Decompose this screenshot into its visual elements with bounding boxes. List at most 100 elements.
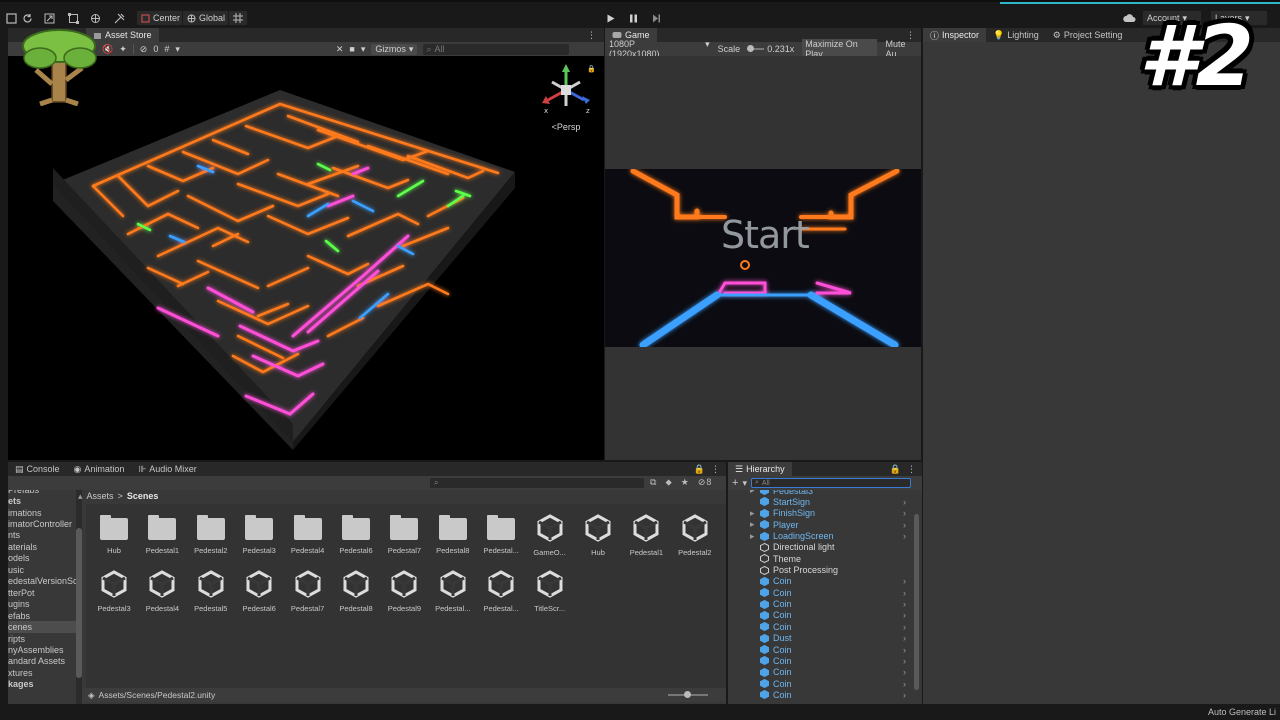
rotate-tool-icon[interactable] — [20, 11, 34, 25]
scene-asset[interactable]: Hub — [574, 514, 622, 557]
hierarchy-item[interactable]: StartSign › — [750, 496, 910, 507]
more-menu-icon[interactable]: ⋮ — [907, 464, 916, 475]
hierarchy-item[interactable]: ▸ Player › — [750, 519, 910, 530]
hidden-packages-toggle[interactable]: ⊘ 8 — [698, 477, 712, 488]
scene-more-menu-icon[interactable]: ⋮ — [587, 30, 596, 41]
orientation-gizmo[interactable]: x z <Persp — [536, 62, 596, 136]
chevron-right-icon[interactable]: › — [903, 531, 906, 541]
play-button[interactable] — [603, 11, 617, 25]
chevron-right-icon[interactable]: › — [903, 576, 906, 586]
custom-tool-icon[interactable] — [112, 11, 126, 25]
pivot-toggle[interactable]: Center — [136, 10, 186, 26]
scene-view[interactable]: x z <Persp 🔒 — [8, 56, 604, 460]
create-plus-icon[interactable]: + — [732, 477, 738, 489]
scene-asset[interactable]: Pedestal... — [477, 570, 525, 613]
hierarchy-scrollbar[interactable] — [914, 492, 920, 704]
project-search-input[interactable]: ⌕ — [430, 478, 644, 488]
folder-tree-item[interactable]: aterials — [8, 541, 37, 552]
filter-label-icon[interactable]: ⬥ — [665, 477, 671, 488]
scale-slider[interactable]: 0.231x — [747, 44, 794, 54]
expand-arrow-icon[interactable]: ▸ — [750, 519, 760, 530]
pause-button[interactable] — [626, 11, 640, 25]
tab-animation[interactable]: ◉ Animation — [67, 462, 132, 476]
chevron-right-icon[interactable]: › — [903, 667, 906, 677]
chevron-right-icon[interactable]: › — [903, 633, 906, 643]
scene-asset[interactable]: Pedestal6 — [235, 570, 283, 613]
step-button[interactable] — [649, 11, 663, 25]
hierarchy-item[interactable]: Post Processing — [750, 564, 910, 575]
lock-icon[interactable]: 🔒 — [587, 65, 596, 73]
breadcrumb-root[interactable]: Assets — [87, 491, 114, 501]
grid-snap-button[interactable] — [228, 10, 248, 26]
chevron-right-icon[interactable]: › — [903, 599, 906, 609]
scene-asset[interactable]: Pedestal3 — [90, 570, 138, 613]
gizmos-dropdown[interactable]: Gizmos ▾ — [371, 43, 418, 55]
folder-tree-item[interactable]: imations — [8, 507, 42, 518]
scene-asset[interactable]: Pedestal9 — [380, 570, 428, 613]
hierarchy-item[interactable]: Coin › — [750, 610, 910, 621]
scene-asset[interactable]: TitleScr... — [526, 570, 574, 613]
folder-tree-item[interactable]: nts — [8, 530, 20, 541]
chevron-right-icon[interactable]: › — [903, 656, 906, 666]
chevron-right-icon[interactable]: › — [903, 520, 906, 530]
folder-tree-item[interactable]: nyAssemblies — [8, 644, 64, 655]
tab-console[interactable]: ▤ Console — [8, 462, 67, 476]
icon-size-slider[interactable] — [668, 691, 708, 698]
folder-tree-item[interactable]: cenes — [8, 621, 76, 633]
tree-scrollbar[interactable] — [76, 490, 82, 704]
scene-asset[interactable]: Pedestal... — [429, 570, 477, 613]
hidden-objects-icon[interactable]: ⊘ — [140, 44, 148, 55]
scale-tool-icon[interactable] — [42, 11, 56, 25]
folder-tree-item[interactable]: kages — [8, 679, 34, 690]
breadcrumb-current[interactable]: Scenes — [127, 491, 159, 501]
chevron-down-icon[interactable]: ▾ — [175, 44, 180, 55]
hierarchy-item[interactable]: Coin › — [750, 587, 910, 598]
hierarchy-item[interactable]: Coin › — [750, 644, 910, 655]
scene-asset[interactable]: Pedestal8 — [332, 570, 380, 613]
scene-asset[interactable]: Pedestal7 — [284, 570, 332, 613]
cloud-icon[interactable] — [1120, 11, 1138, 25]
folder-tree-item[interactable]: odels — [8, 553, 30, 564]
folder-tree-item[interactable]: usic — [8, 564, 24, 575]
tab-audio-mixer[interactable]: ⊪ Audio Mixer — [131, 462, 203, 476]
hierarchy-item[interactable]: Coin › — [750, 576, 910, 587]
expand-arrow-icon[interactable]: ▸ — [750, 490, 760, 496]
tab-project-settings[interactable]: ⚙ Project Setting — [1046, 28, 1130, 42]
space-toggle[interactable]: Global — [182, 10, 231, 26]
game-view[interactable]: Start — [605, 56, 921, 460]
folder-tree-item[interactable]: efabs — [8, 610, 30, 621]
folder-asset[interactable]: Pedestal1 — [138, 515, 186, 555]
folder-tree-item[interactable]: edestalVersionSc — [8, 576, 78, 587]
chevron-down-icon[interactable]: ▾ — [742, 478, 747, 489]
audio-toggle-icon[interactable]: 🔇 — [102, 44, 113, 55]
folder-tree-item[interactable]: imatorController — [8, 518, 72, 529]
folder-asset[interactable]: Pedestal4 — [284, 515, 332, 555]
folder-asset[interactable]: Pedestal2 — [187, 515, 235, 555]
hierarchy-item[interactable]: Dust › — [750, 633, 910, 644]
chevron-right-icon[interactable]: › — [903, 679, 906, 689]
tab-lighting[interactable]: 💡 Lighting — [986, 28, 1046, 42]
hierarchy-item[interactable]: Theme — [750, 553, 910, 564]
scene-asset[interactable]: Pedestal1 — [622, 514, 670, 557]
scene-asset[interactable]: GameO... — [526, 514, 574, 557]
hierarchy-item[interactable]: ▸ FinishSign › — [750, 508, 910, 519]
folder-asset[interactable]: Hub — [90, 515, 138, 555]
hierarchy-item[interactable]: Coin › — [750, 655, 910, 666]
scene-asset[interactable]: Pedestal5 — [187, 570, 235, 613]
folder-asset[interactable]: Pedestal7 — [380, 515, 428, 555]
hand-tool-icon[interactable] — [4, 11, 18, 25]
folder-asset[interactable]: Pedestal... — [477, 515, 525, 555]
folder-tree-item[interactable]: tterPot — [8, 587, 35, 598]
hierarchy-item[interactable]: Coin › — [750, 599, 910, 610]
hierarchy-search-input[interactable]: ⌕ All — [750, 478, 911, 488]
transform-tool-icon[interactable] — [88, 11, 102, 25]
hierarchy-item[interactable]: Coin › — [750, 689, 910, 700]
rect-tool-icon[interactable] — [66, 11, 80, 25]
folder-tree-item[interactable]: xtures — [8, 667, 33, 678]
folder-tree-item[interactable]: ugins — [8, 599, 30, 610]
chevron-right-icon[interactable]: › — [903, 622, 906, 632]
tab-hierarchy[interactable]: ☰ Hierarchy — [728, 462, 792, 476]
expand-arrow-icon[interactable]: ▸ — [750, 508, 760, 519]
scene-search-input[interactable]: ⌕ All — [423, 43, 570, 55]
scene-asset[interactable]: Pedestal2 — [671, 514, 719, 557]
